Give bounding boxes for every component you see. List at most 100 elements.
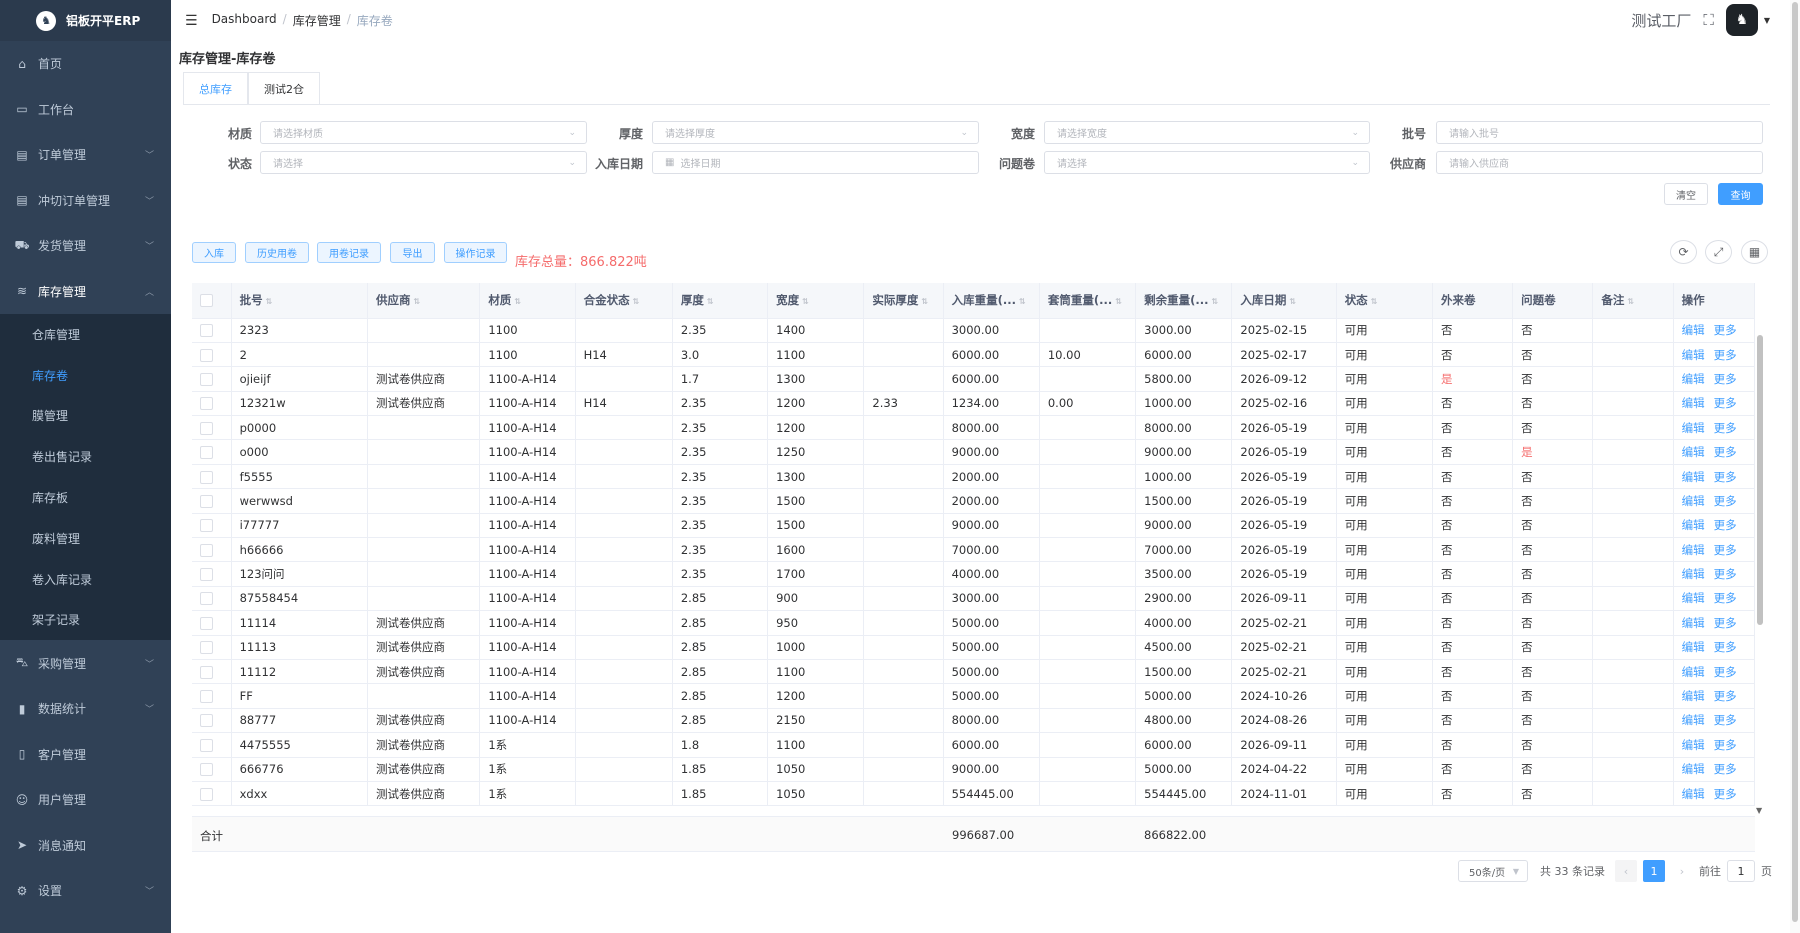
column-header[interactable]: 合金状态 ⇅ — [575, 283, 673, 319]
table-scrollbar[interactable] — [1757, 335, 1763, 625]
sidebar-item[interactable]: ⌂ 首页 — [0, 41, 171, 87]
tab-test2-warehouse[interactable]: 测试2仓 — [248, 72, 320, 105]
select-all-checkbox[interactable] — [200, 294, 213, 308]
sort-icon[interactable]: ⇅ — [414, 297, 421, 306]
row-checkbox[interactable] — [200, 690, 213, 704]
page-1-button[interactable]: 1 — [1643, 860, 1665, 882]
breadcrumb-dashboard[interactable]: Dashboard — [212, 12, 277, 29]
submenu-item[interactable]: 库存卷 — [0, 355, 171, 396]
breadcrumb-inventory[interactable]: 库存管理 — [293, 12, 341, 29]
sort-icon[interactable]: ⇅ — [921, 297, 928, 306]
edit-link[interactable]: 编辑 — [1682, 348, 1705, 362]
table-row[interactable]: i77777 1100-A-H14 2.35 1500 9000.00 9000.00 20… — [192, 513, 1756, 539]
table-row[interactable]: p0000 1100-A-H14 2.35 1200 8000.00 8000.00 202… — [192, 415, 1756, 441]
sort-icon[interactable]: ⇅ — [514, 297, 521, 306]
column-header[interactable]: 入库日期 ⇅ — [1231, 283, 1337, 319]
table-row[interactable]: 2 1100 H14 3.0 1100 6000.00 10.00 6000.00 2025-0… — [192, 342, 1756, 368]
row-checkbox[interactable] — [200, 543, 213, 557]
row-checkbox[interactable] — [200, 787, 213, 801]
column-header[interactable]: 外来卷 — [1432, 283, 1514, 319]
material-select[interactable]: 请选择材质 ⌄ — [260, 121, 587, 144]
more-link[interactable]: 更多 — [1714, 787, 1737, 801]
row-checkbox[interactable] — [200, 494, 213, 508]
more-link[interactable]: 更多 — [1714, 738, 1737, 752]
row-checkbox[interactable] — [200, 372, 213, 386]
column-header[interactable]: 套筒重量(... ⇅ — [1039, 283, 1137, 319]
sort-icon[interactable]: ⇅ — [1019, 297, 1026, 306]
factory-name[interactable]: 测试工厂 — [1631, 10, 1691, 31]
sidebar-item[interactable]: ⛍ 采购管理 ﹀ — [0, 640, 171, 686]
row-checkbox[interactable] — [200, 592, 213, 606]
edit-link[interactable]: 编辑 — [1682, 372, 1705, 386]
edit-link[interactable]: 编辑 — [1682, 567, 1705, 581]
row-checkbox[interactable] — [200, 397, 213, 411]
sort-icon[interactable]: ⇅ — [1371, 297, 1378, 306]
more-link[interactable]: 更多 — [1714, 494, 1737, 508]
edit-link[interactable]: 编辑 — [1682, 518, 1705, 532]
sidebar-item[interactable]: ▤ 订单管理 ﹀ — [0, 132, 171, 178]
row-checkbox[interactable] — [200, 446, 213, 460]
more-link[interactable]: 更多 — [1714, 665, 1737, 679]
more-link[interactable]: 更多 — [1714, 470, 1737, 484]
table-row[interactable]: 87558454 1100-A-H14 2.85 900 3000.00 2900.00 2… — [192, 586, 1756, 612]
query-button[interactable]: 查询 — [1718, 183, 1763, 205]
sort-icon[interactable]: ⇅ — [707, 297, 714, 306]
edit-link[interactable]: 编辑 — [1682, 396, 1705, 410]
more-link[interactable]: 更多 — [1714, 421, 1737, 435]
column-header[interactable]: 状态 ⇅ — [1336, 283, 1433, 319]
batch-input[interactable]: 请输入批号 — [1436, 121, 1763, 144]
supplier-input[interactable]: 请输入供应商 — [1436, 151, 1763, 174]
table-row[interactable]: 2323 1100 2.35 1400 3000.00 3000.00 2025-02-15… — [192, 318, 1756, 343]
edit-link[interactable]: 编辑 — [1682, 665, 1705, 679]
edit-link[interactable]: 编辑 — [1682, 494, 1705, 508]
submenu-item[interactable]: 废料管理 — [0, 518, 171, 559]
page-size-select[interactable]: 50条/页 ▼ — [1458, 860, 1528, 882]
inbound-button[interactable]: 入库 — [192, 242, 236, 263]
row-checkbox[interactable] — [200, 616, 213, 630]
row-checkbox[interactable] — [200, 470, 213, 484]
edit-link[interactable]: 编辑 — [1682, 591, 1705, 605]
more-link[interactable]: 更多 — [1714, 616, 1737, 630]
column-header[interactable]: 实际厚度 ⇅ — [863, 283, 944, 319]
column-header[interactable]: 问题卷 — [1512, 283, 1594, 319]
submenu-item[interactable]: 膜管理 — [0, 396, 171, 437]
expand-icon[interactable]: ⤢ — [1705, 240, 1732, 264]
submenu-item[interactable]: 卷出售记录 — [0, 436, 171, 477]
row-checkbox[interactable] — [200, 519, 213, 533]
table-row[interactable]: 88777 测试卷供应商 1100-A-H14 2.85 2150 8000.00 4800… — [192, 708, 1756, 734]
column-header[interactable]: 供应商 ⇅ — [367, 283, 481, 319]
more-link[interactable]: 更多 — [1714, 445, 1737, 459]
in-date-picker[interactable]: ▦ 选择日期 — [652, 151, 979, 174]
column-header[interactable]: 材质 ⇅ — [479, 283, 576, 319]
column-header[interactable]: 剩余重量(... ⇅ — [1135, 283, 1233, 319]
sidebar-item[interactable]: ≋ 库存管理 ︿ — [0, 269, 171, 315]
table-row[interactable]: 4475555 测试卷供应商 1系 1.8 1100 6000.00 6000.00 2026… — [192, 732, 1756, 758]
tab-total-inventory[interactable]: 总库存 — [183, 72, 248, 105]
sort-icon[interactable]: ⇅ — [1212, 297, 1219, 306]
edit-link[interactable]: 编辑 — [1682, 445, 1705, 459]
sort-icon[interactable]: ⇅ — [633, 297, 640, 306]
edit-link[interactable]: 编辑 — [1682, 640, 1705, 654]
edit-link[interactable]: 编辑 — [1682, 470, 1705, 484]
column-header[interactable]: 厚度 ⇅ — [672, 283, 769, 319]
edit-link[interactable]: 编辑 — [1682, 738, 1705, 752]
more-link[interactable]: 更多 — [1714, 348, 1737, 362]
export-button[interactable]: 导出 — [390, 242, 435, 263]
column-header[interactable]: 批号 ⇅ — [231, 283, 369, 319]
next-page-icon[interactable]: › — [1671, 860, 1693, 882]
row-checkbox[interactable] — [200, 421, 213, 435]
table-row[interactable]: 12321w 测试卷供应商 1100-A-H14 H14 2.35 1200 2.33 123… — [192, 391, 1756, 417]
sort-icon[interactable]: ⇅ — [1627, 297, 1634, 306]
row-checkbox[interactable] — [200, 324, 213, 338]
row-checkbox[interactable] — [200, 665, 213, 679]
sort-icon[interactable]: ⇅ — [266, 297, 273, 306]
hamburger-icon[interactable]: ☰ — [185, 13, 198, 29]
problem-select[interactable]: 请选择 ⌄ — [1044, 151, 1370, 174]
caret-down-icon[interactable]: ▼ — [1764, 16, 1770, 25]
more-link[interactable]: 更多 — [1714, 323, 1737, 337]
table-row[interactable]: xdxx 测试卷供应商 1系 1.85 1050 554445.00 554445.00 20… — [192, 781, 1756, 807]
more-link[interactable]: 更多 — [1714, 372, 1737, 386]
edit-link[interactable]: 编辑 — [1682, 543, 1705, 557]
sidebar-item[interactable]: ▯ 客户管理 — [0, 731, 171, 777]
edit-link[interactable]: 编辑 — [1682, 421, 1705, 435]
